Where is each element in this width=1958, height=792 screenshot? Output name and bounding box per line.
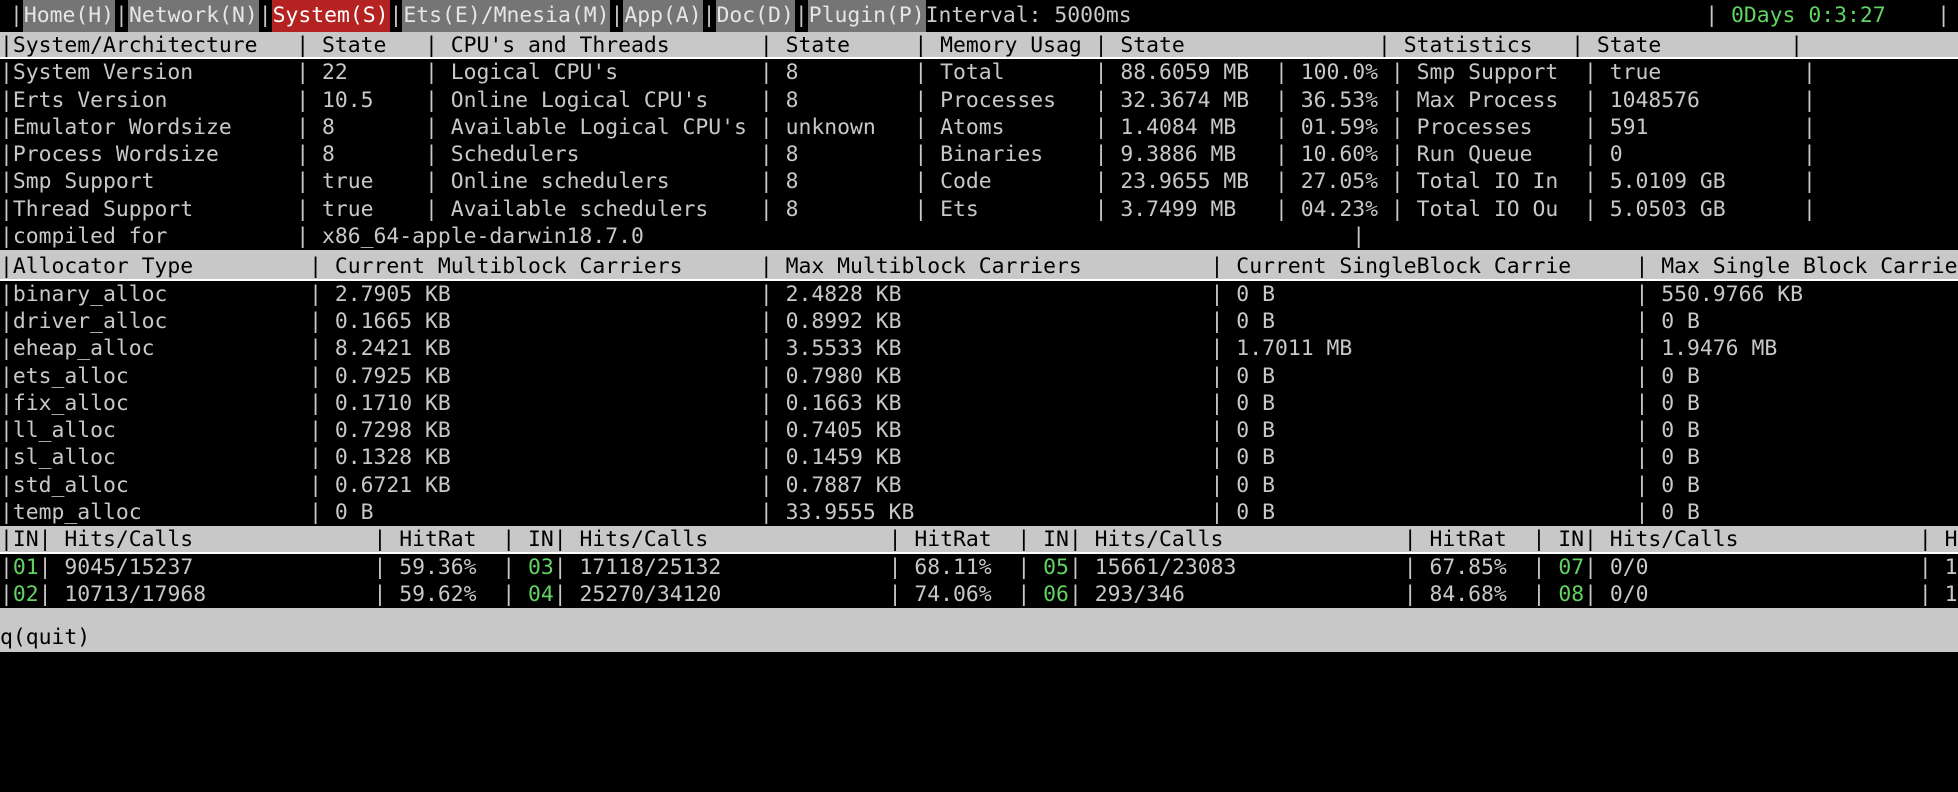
menu-separator: | [115, 0, 128, 32]
table-row: |ets_alloc | 0.7925 KB | 0.7980 KB | 0 B… [0, 363, 1958, 390]
table-row: |Thread Support | true | Available sched… [0, 196, 1958, 223]
menu-separator: | [795, 0, 808, 32]
table-row: |fix_alloc | 0.1710 KB | 0.1663 KB | 0 B… [0, 390, 1958, 417]
table-row: |02| 10713/17968 | 59.62% | 04| 25270/34… [0, 581, 1958, 608]
menu-item-system[interactable]: System(S) [272, 0, 390, 32]
table-row: |01| 9045/15237 | 59.36% | 03| 17118/251… [0, 554, 1958, 581]
compiled-for-row: |compiled for | x86_64-apple-darwin18.7.… [0, 223, 1958, 250]
menu-separator: | [610, 0, 623, 32]
scheduler-index: 06 [1043, 582, 1069, 607]
status-bar[interactable]: q(quit) [0, 624, 1958, 651]
quit-hint[interactable]: q(quit) [0, 625, 90, 650]
scheduler-index: 01 [13, 555, 39, 580]
table-row: |eheap_alloc | 8.2421 KB | 3.5533 KB | 1… [0, 335, 1958, 362]
system-table-header-text: |System/Architecture | State | CPU's and… [0, 33, 1803, 58]
table-row: |driver_alloc | 0.1665 KB | 0.8992 KB | … [0, 308, 1958, 335]
table-row: |std_alloc | 0.6721 KB | 0.7887 KB | 0 B… [0, 472, 1958, 499]
terminal-screen: |Home(H)|Network(N)|System(S)|Ets(E)/Mne… [0, 0, 1958, 792]
menu-bar: |Home(H)|Network(N)|System(S)|Ets(E)/Mne… [0, 0, 1958, 32]
scheduler-index: 04 [528, 582, 554, 607]
hitrate-table-header-text: |IN| Hits/Calls | HitRat | IN| Hits/Call… [0, 527, 1958, 552]
menu-item-app[interactable]: App(A) [623, 0, 702, 32]
table-row: |ll_alloc | 0.7298 KB | 0.7405 KB | 0 B … [0, 417, 1958, 444]
menu-item-home[interactable]: Home(H) [23, 0, 115, 32]
compiled-for-text: |compiled for | x86_64-apple-darwin18.7.… [0, 224, 1365, 249]
uptime-area: | 0Days 0:3:27 | [1705, 0, 1958, 32]
menu-separator: | [10, 0, 23, 32]
table-row: |temp_alloc | 0 B | 33.9555 KB | 0 B | 0… [0, 499, 1958, 526]
scheduler-index: 08 [1558, 582, 1584, 607]
uptime-right-bar: | [1886, 0, 1950, 32]
scheduler-index: 03 [528, 555, 554, 580]
uptime-left-bar: | [1705, 0, 1731, 32]
table-row: |Erts Version | 10.5 | Online Logical CP… [0, 87, 1958, 114]
uptime-value: 0Days 0:3:27 [1731, 0, 1886, 32]
allocator-table-header: |Allocator Type | Current Multiblock Car… [0, 253, 1958, 280]
system-rows-container: |System Version | 22 | Logical CPU's | 8… [0, 59, 1958, 223]
table-row: |Emulator Wordsize | 8 | Available Logic… [0, 114, 1958, 141]
scheduler-index: 05 [1043, 555, 1069, 580]
menu-separator: | [259, 0, 272, 32]
hitrate-rows-container: |01| 9045/15237 | 59.36% | 03| 17118/251… [0, 554, 1958, 609]
menu-item-doc[interactable]: Doc(D) [716, 0, 795, 32]
menu-item-plugin[interactable]: Plugin(P) [808, 0, 926, 32]
refresh-interval-label[interactable]: Interval: 5000ms [926, 0, 1132, 32]
table-row: |Process Wordsize | 8 | Schedulers | 8 |… [0, 141, 1958, 168]
allocator-table-header-text: |Allocator Type | Current Multiblock Car… [0, 254, 1958, 279]
hitrate-table-bottom-rule [0, 608, 1958, 624]
scheduler-index: 07 [1558, 555, 1584, 580]
allocator-rows-container: |binary_alloc | 2.7905 KB | 2.4828 KB | … [0, 281, 1958, 527]
table-row: |sl_alloc | 0.1328 KB | 0.1459 KB | 0 B … [0, 444, 1958, 471]
hitrate-table-header: |IN| Hits/Calls | HitRat | IN| Hits/Call… [0, 526, 1958, 553]
menu-separator: | [390, 0, 403, 32]
scheduler-index: 02 [13, 582, 39, 607]
table-row: |System Version | 22 | Logical CPU's | 8… [0, 59, 1958, 86]
table-row: |binary_alloc | 2.7905 KB | 2.4828 KB | … [0, 281, 1958, 308]
menu-separator: | [703, 0, 716, 32]
menu-item-ets-mnesia[interactable]: Ets(E)/Mnesia(M) [402, 0, 610, 32]
system-table-header: |System/Architecture | State | CPU's and… [0, 32, 1958, 59]
table-row: |Smp Support | true | Online schedulers … [0, 168, 1958, 195]
menu-item-network[interactable]: Network(N) [128, 0, 259, 32]
